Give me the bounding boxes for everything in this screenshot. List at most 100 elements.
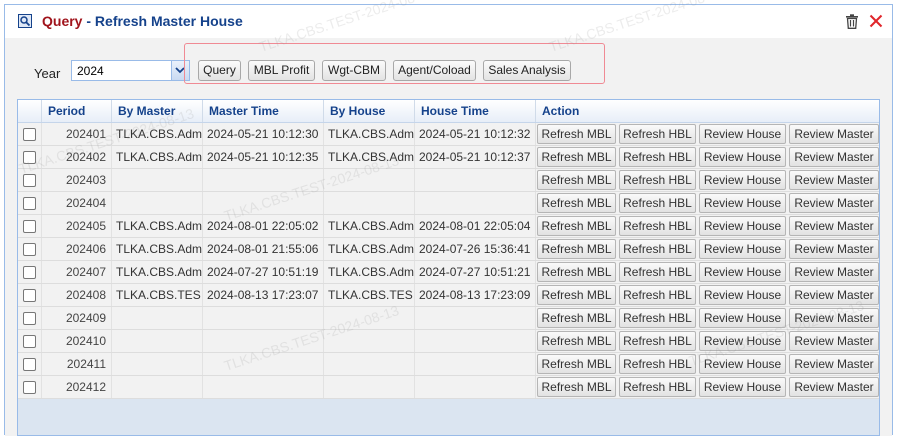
refresh-hbl-button[interactable]: Refresh HBL [619,377,696,397]
review-master-button[interactable]: Review Master [789,170,879,190]
row-checkbox[interactable] [23,197,36,210]
review-house-button[interactable]: Review House [699,124,786,144]
review-house-button[interactable]: Review House [699,239,786,259]
row-checkbox[interactable] [23,266,36,279]
trash-icon[interactable] [845,14,859,29]
refresh-hbl-button[interactable]: Refresh HBL [619,308,696,328]
table-row[interactable]: 202406 TLKA.CBS.Adm 2024-08-01 21:55:06 TLK… [18,238,879,261]
review-house-button[interactable]: Review House [699,147,786,167]
header-by-master[interactable]: By Master [112,100,203,122]
refresh-hbl-button[interactable]: Refresh HBL [619,216,696,236]
refresh-mbl-button[interactable]: Refresh MBL [537,124,616,144]
header-house-time[interactable]: House Time [415,100,536,122]
review-master-button[interactable]: Review Master [789,354,879,374]
table-row[interactable]: 202409 Refresh MBL Refresh HBL Review House… [18,307,879,330]
table-row[interactable]: 202412 Refresh MBL Refresh HBL Review House… [18,376,879,399]
query-button[interactable]: Query [198,60,241,81]
cell-period: 202407 [42,261,112,283]
cell-by-house [324,330,415,352]
row-checkbox[interactable] [23,128,36,141]
review-master-button[interactable]: Review Master [789,216,879,236]
sales-analysis-button[interactable]: Sales Analysis [483,60,571,81]
year-select[interactable]: 2024 [71,60,190,81]
refresh-mbl-button[interactable]: Refresh MBL [537,285,616,305]
window-title: Query - Refresh Master House [42,13,243,29]
table-row[interactable]: 202410 Refresh MBL Refresh HBL Review House… [18,330,879,353]
table-row[interactable]: 202408 TLKA.CBS.TES 2024-08-13 17:23:07 TLK… [18,284,879,307]
refresh-hbl-button[interactable]: Refresh HBL [619,331,696,351]
refresh-hbl-button[interactable]: Refresh HBL [619,239,696,259]
refresh-mbl-button[interactable]: Refresh MBL [537,377,616,397]
review-master-button[interactable]: Review Master [789,124,879,144]
refresh-hbl-button[interactable]: Refresh HBL [619,147,696,167]
wgt-cbm-button[interactable]: Wgt-CBM [322,60,386,81]
refresh-mbl-button[interactable]: Refresh MBL [537,354,616,374]
review-house-button[interactable]: Review House [699,308,786,328]
review-house-button[interactable]: Review House [699,170,786,190]
row-checkbox[interactable] [23,243,36,256]
review-master-button[interactable]: Review Master [789,308,879,328]
row-checkbox[interactable] [23,174,36,187]
agent-coload-button[interactable]: Agent/Coload [393,60,476,81]
cell-by-house [324,192,415,214]
refresh-mbl-button[interactable]: Refresh MBL [537,147,616,167]
row-checkbox[interactable] [23,312,36,325]
review-master-button[interactable]: Review Master [789,331,879,351]
header-master-time[interactable]: Master Time [203,100,324,122]
review-house-button[interactable]: Review House [699,285,786,305]
review-master-button[interactable]: Review Master [789,285,879,305]
close-icon[interactable] [869,14,883,28]
table-row[interactable]: 202407 TLKA.CBS.Adm 2024-07-27 10:51:19 TLK… [18,261,879,284]
row-checkbox[interactable] [23,381,36,394]
review-master-button[interactable]: Review Master [789,193,879,213]
table-row[interactable]: 202411 Refresh MBL Refresh HBL Review House… [18,353,879,376]
table-row[interactable]: 202405 TLKA.CBS.Adm 2024-08-01 22:05:02 TLK… [18,215,879,238]
table-row[interactable]: 202404 Refresh MBL Refresh HBL Review House… [18,192,879,215]
refresh-mbl-button[interactable]: Refresh MBL [537,262,616,282]
review-house-button[interactable]: Review House [699,216,786,236]
refresh-mbl-button[interactable]: Refresh MBL [537,331,616,351]
refresh-mbl-button[interactable]: Refresh MBL [537,239,616,259]
cell-house-time: 2024-07-27 10:51:21 [415,261,536,283]
refresh-hbl-button[interactable]: Refresh HBL [619,124,696,144]
cell-period: 202409 [42,307,112,329]
row-select-cell [18,215,42,237]
review-master-button[interactable]: Review Master [789,239,879,259]
table-row[interactable]: 202402 TLKA.CBS.Adm 2024-05-21 10:12:35 TLK… [18,146,879,169]
refresh-mbl-button[interactable]: Refresh MBL [537,216,616,236]
row-checkbox[interactable] [23,358,36,371]
cell-period: 202402 [42,146,112,168]
review-house-button[interactable]: Review House [699,193,786,213]
refresh-mbl-button[interactable]: Refresh MBL [537,308,616,328]
row-checkbox[interactable] [23,289,36,302]
refresh-hbl-button[interactable]: Refresh HBL [619,354,696,374]
header-select [18,100,42,122]
refresh-hbl-button[interactable]: Refresh HBL [619,170,696,190]
review-master-button[interactable]: Review Master [789,262,879,282]
mbl-profit-button[interactable]: MBL Profit [248,60,315,81]
row-checkbox[interactable] [23,335,36,348]
review-house-button[interactable]: Review House [699,331,786,351]
cell-by-house [324,376,415,398]
refresh-hbl-button[interactable]: Refresh HBL [619,193,696,213]
table-row[interactable]: 202403 Refresh MBL Refresh HBL Review House… [18,169,879,192]
row-checkbox[interactable] [23,151,36,164]
review-house-button[interactable]: Review House [699,354,786,374]
review-master-button[interactable]: Review Master [789,377,879,397]
row-checkbox[interactable] [23,220,36,233]
search-window-icon [18,14,32,28]
refresh-mbl-button[interactable]: Refresh MBL [537,193,616,213]
refresh-mbl-button[interactable]: Refresh MBL [537,170,616,190]
cell-house-time [415,192,536,214]
header-period[interactable]: Period [42,100,112,122]
review-house-button[interactable]: Review House [699,377,786,397]
cell-period: 202406 [42,238,112,260]
cell-by-house: TLKA.CBS.Adm [324,146,415,168]
table-row[interactable]: 202401 TLKA.CBS.Adm 2024-05-21 10:12:30 TLK… [18,123,879,146]
cell-by-master: TLKA.CBS.TES [112,284,203,306]
header-by-house[interactable]: By House [324,100,415,122]
refresh-hbl-button[interactable]: Refresh HBL [619,285,696,305]
refresh-hbl-button[interactable]: Refresh HBL [619,262,696,282]
review-master-button[interactable]: Review Master [789,147,879,167]
review-house-button[interactable]: Review House [699,262,786,282]
